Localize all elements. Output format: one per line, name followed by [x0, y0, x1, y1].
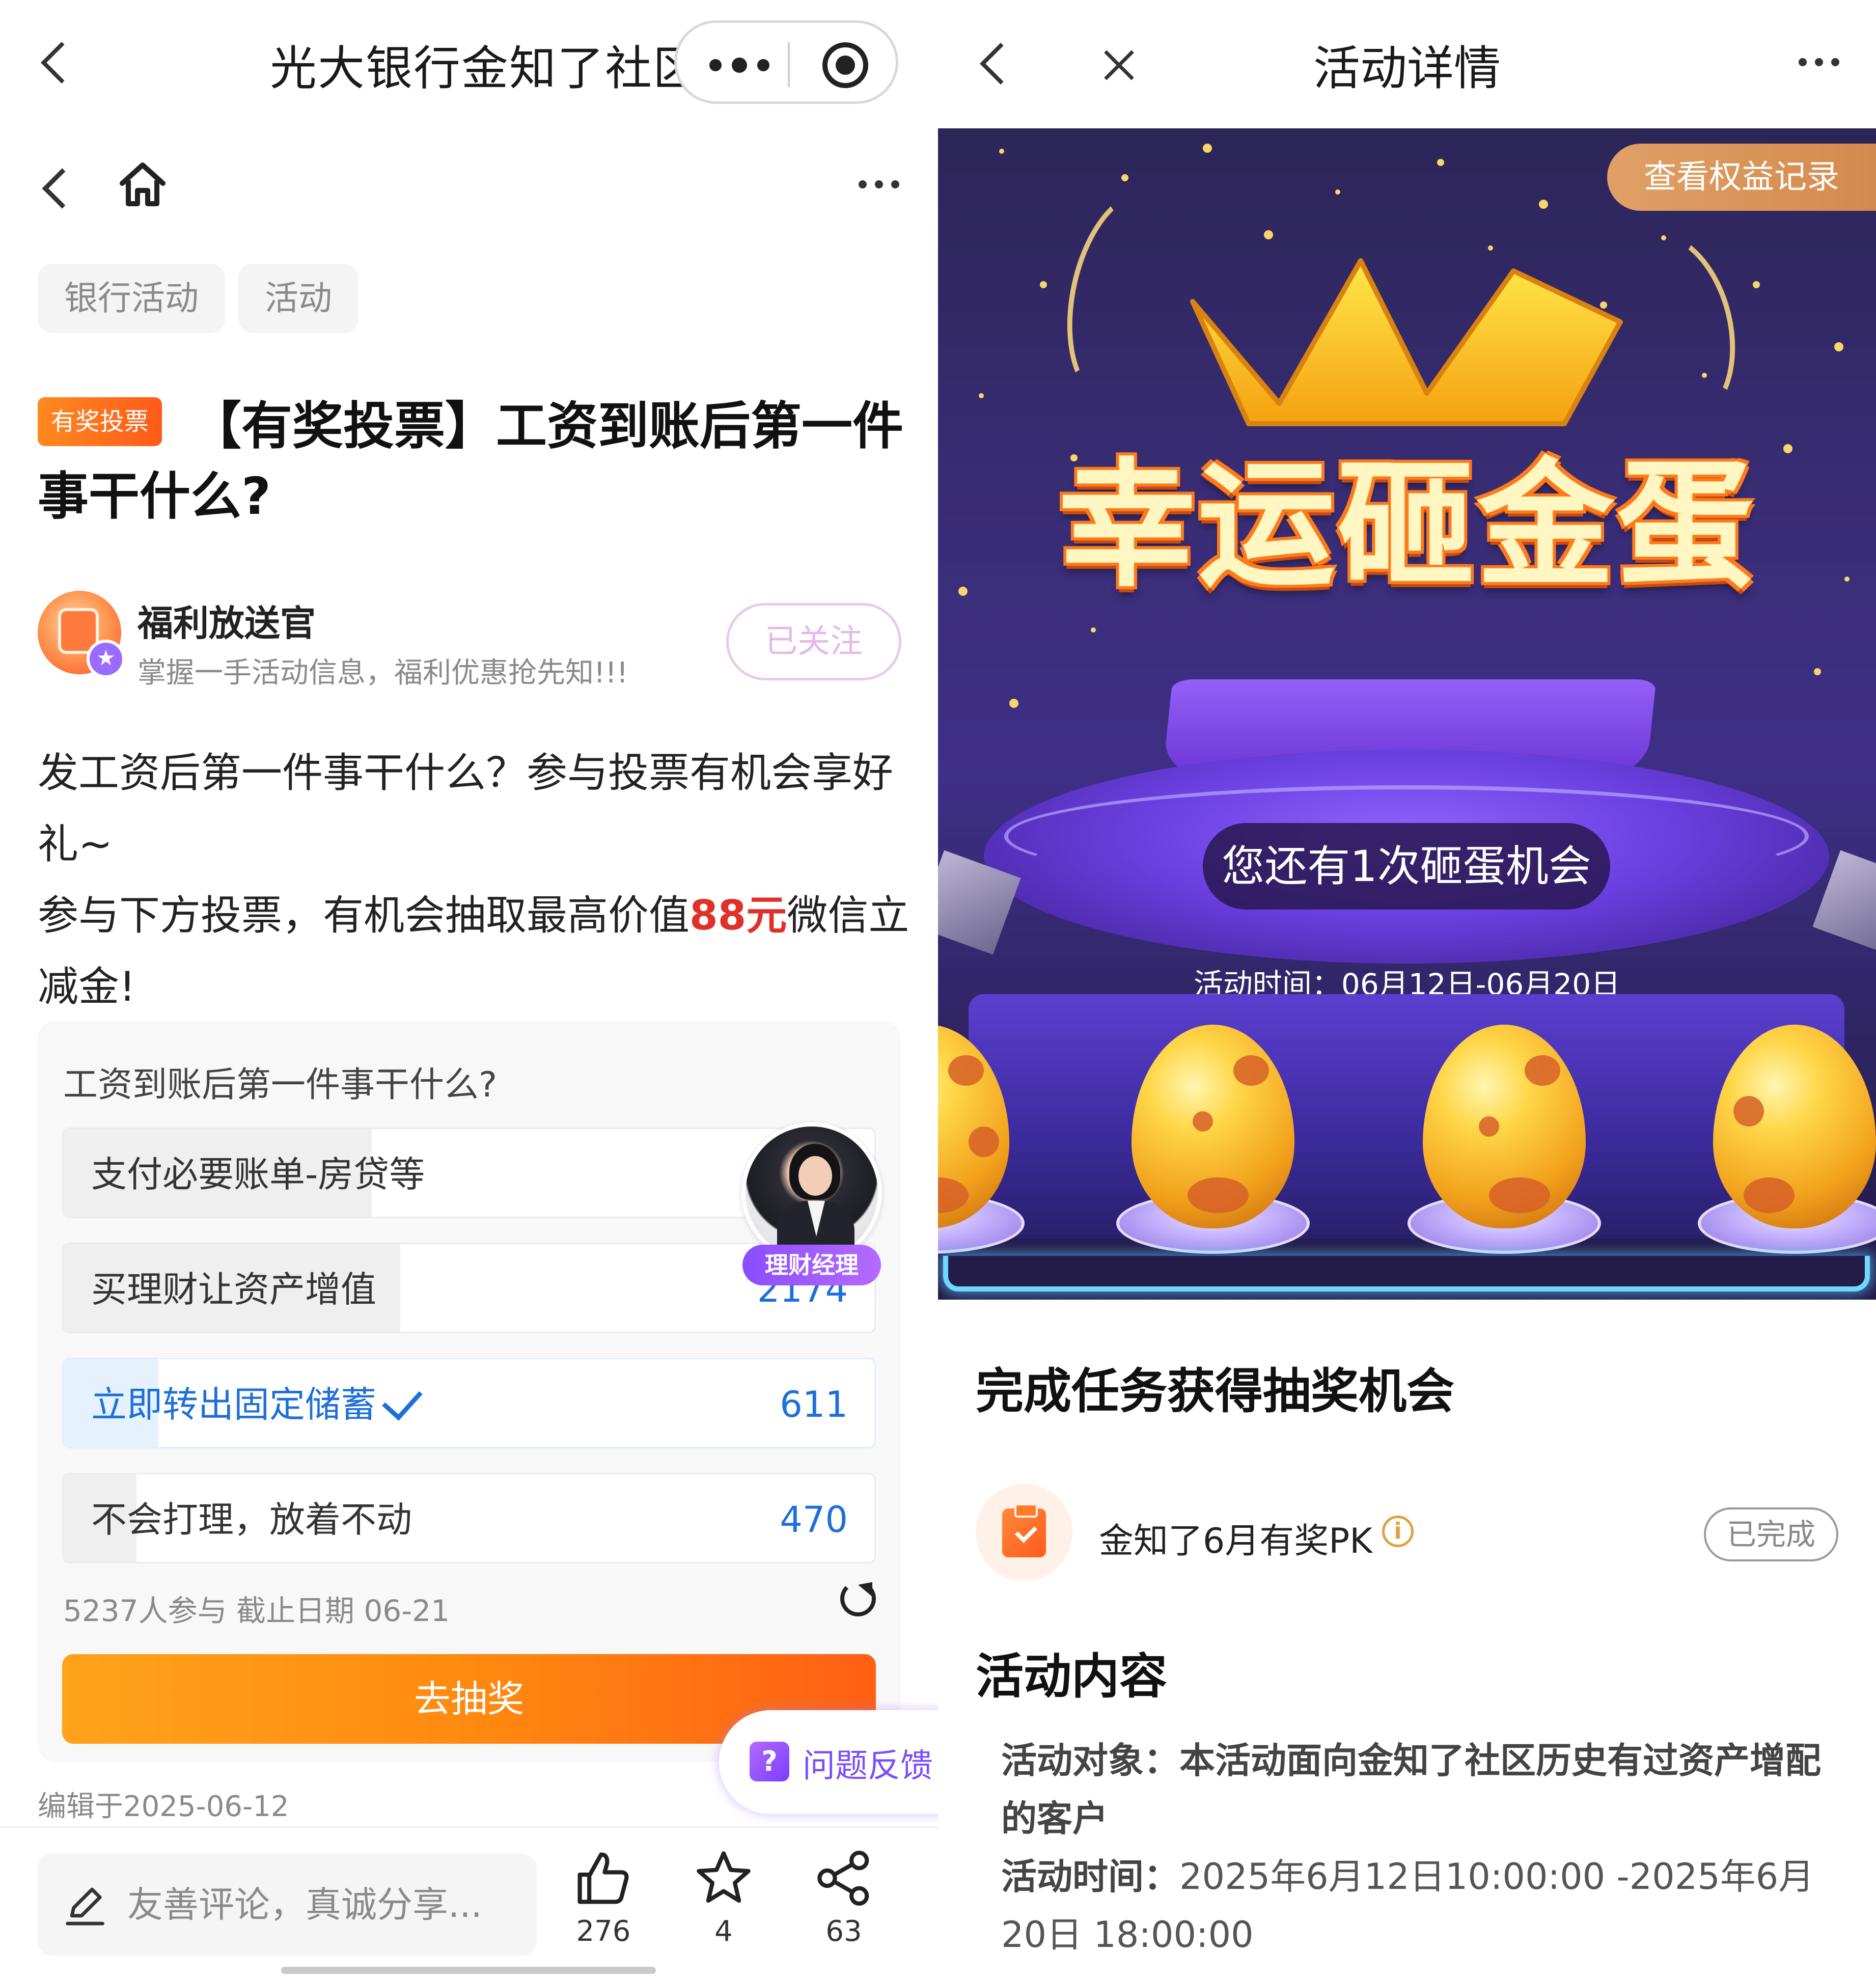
golden-egg[interactable]: [938, 1025, 1025, 1259]
vote-option-count: 611: [780, 1384, 848, 1425]
golden-egg[interactable]: [1408, 1025, 1601, 1259]
tag-activity[interactable]: 活动: [238, 264, 358, 333]
feedback-button[interactable]: ? 问题反馈: [719, 1710, 938, 1814]
follow-button[interactable]: 已关注: [726, 603, 901, 680]
more-icon[interactable]: [1799, 58, 1839, 66]
right-pane: 活动详情 查看权益记录 幸运砸金蛋 您还有1次砸蛋机会 活动时间：06月12日-…: [938, 0, 1876, 1978]
bottom-divider: [0, 1826, 938, 1828]
task-status-button[interactable]: 已完成: [1704, 1507, 1838, 1561]
confetti-dot: [1834, 342, 1843, 351]
golden-egg[interactable]: [1116, 1025, 1310, 1259]
favorite-button[interactable]: 4: [685, 1849, 762, 1971]
confetti-dot: [1264, 230, 1273, 239]
crown-icon: [1190, 258, 1623, 426]
task-clipboard-icon: [976, 1484, 1072, 1581]
home-indicator: [281, 1967, 656, 1974]
activity-target: 活动对象：本活动面向金知了社区历史有过资产增配的客户: [1001, 1740, 1821, 1839]
comment-placeholder: 友善评论，真诚分享...: [127, 1884, 482, 1926]
content-section-title: 活动内容: [976, 1649, 1168, 1705]
manager-avatar: [741, 1122, 882, 1263]
share-count: 63: [825, 1915, 862, 1948]
post-body: 发工资后第一件事干什么？参与投票有机会享好礼~ 参与下方投票，有机会抽取最高价值…: [38, 737, 914, 1023]
vote-option-count: 470: [780, 1499, 848, 1541]
smash-egg-banner: 查看权益记录 幸运砸金蛋 您还有1次砸蛋机会 活动时间：06月12日-06月20…: [938, 128, 1876, 1300]
confetti-dot: [1753, 281, 1760, 288]
close-miniprogram-icon[interactable]: [822, 42, 868, 88]
page-more-icon[interactable]: [859, 180, 899, 188]
more-options-icon[interactable]: [709, 58, 791, 73]
author-avatar[interactable]: ★: [38, 591, 125, 678]
golden-egg[interactable]: [1698, 1025, 1876, 1259]
vote-meta: 5237人参与 截止日期 06-21: [63, 1594, 450, 1628]
left-pane: 光大银行金知了社区 银行活动 活动 有奖投票 【有奖投票】工资到账后第一件事干什…: [0, 0, 938, 1978]
egg-icon: [938, 1025, 1009, 1228]
vote-option-label: 买理财让资产增值: [91, 1269, 376, 1310]
vote-option-label: 立即转出固定储蓄: [91, 1384, 376, 1425]
stage-neon-edge: [943, 1256, 1870, 1292]
vote-option-label: 支付必要账单-房贷等: [91, 1153, 425, 1195]
confetti-dot: [1539, 200, 1548, 209]
comment-input[interactable]: 友善评论，真诚分享...: [38, 1854, 537, 1956]
vote-option-selected[interactable]: 立即转出固定储蓄 611: [62, 1358, 876, 1448]
page-title: 活动详情: [1313, 41, 1501, 96]
post-title: 【有奖投票】工资到账后第一件事干什么?: [38, 396, 903, 526]
question-icon: ?: [750, 1742, 789, 1781]
task-name[interactable]: 金知了6月有奖PK: [1099, 1513, 1372, 1563]
egg-icon: [1132, 1025, 1294, 1228]
confetti-dot: [1814, 668, 1821, 675]
tag-bank-activity[interactable]: 银行活动: [38, 264, 225, 333]
edited-date: 编辑于2025-06-12: [38, 1790, 289, 1823]
body-paragraph-2: 参与下方投票，有机会抽取最高价值88元微信立减金!: [38, 892, 909, 1010]
confetti-dot: [999, 149, 1004, 154]
vote-option[interactable]: 不会打理，放着不动 470: [62, 1473, 876, 1563]
like-count: 276: [576, 1915, 631, 1948]
mini-program-title: 光大银行金知了社区: [270, 41, 701, 96]
manager-tag: 理财经理: [742, 1245, 881, 1285]
pen-icon: [66, 1887, 104, 1926]
info-icon[interactable]: i: [1382, 1516, 1414, 1547]
refresh-icon[interactable]: [840, 1581, 876, 1616]
check-icon: [382, 1379, 423, 1421]
author-name[interactable]: 福利放送官: [137, 595, 316, 646]
capsule-divider: [788, 42, 790, 87]
mini-program-header: 光大银行金知了社区: [0, 0, 938, 122]
confetti-dot: [1040, 281, 1047, 288]
task-section-title: 完成任务获得抽奖机会: [976, 1364, 1455, 1419]
game-title: 幸运砸金蛋: [1058, 445, 1756, 606]
capsule-menu: [674, 20, 898, 104]
activity-time: 活动时间：2025年6月12日10:00:00 -2025年6月20日 18:0…: [1001, 1856, 1814, 1956]
confetti-dot: [1091, 627, 1096, 633]
confetti-dot: [1121, 174, 1128, 181]
vote-option-label: 不会打理，放着不动: [91, 1499, 412, 1541]
star-icon: [697, 1851, 751, 1903]
confetti-dot: [979, 393, 984, 398]
back-icon[interactable]: [40, 41, 83, 84]
confetti-dot: [1009, 699, 1018, 708]
page-back-icon[interactable]: [42, 168, 82, 209]
verified-star-icon: ★: [87, 640, 125, 678]
vote-question: 工资到账后第一件事干什么?: [63, 1065, 498, 1105]
home-icon[interactable]: [117, 159, 168, 210]
share-button[interactable]: 63: [806, 1849, 882, 1971]
view-equity-record-button[interactable]: 查看权益记录: [1607, 144, 1876, 211]
tag-list: 银行活动 活动: [38, 264, 358, 333]
body-paragraph-1: 发工资后第一件事干什么？参与投票有机会享好礼~: [38, 749, 893, 868]
like-button[interactable]: 276: [565, 1849, 642, 1971]
confetti-dot: [1335, 189, 1340, 195]
confetti-dot: [1203, 144, 1212, 153]
confetti-dot: [1437, 159, 1444, 166]
activity-content: 活动对象：本活动面向金知了社区历史有过资产增配的客户 活动时间：2025年6月1…: [1001, 1732, 1836, 1964]
page-nav: [0, 143, 938, 224]
favorite-count: 4: [714, 1915, 733, 1948]
feedback-label: 问题反馈: [803, 1747, 933, 1785]
thumbs-up-icon: [577, 1852, 629, 1904]
share-icon: [817, 1851, 869, 1906]
egg-icon: [1713, 1025, 1876, 1228]
prize-highlight: 88元: [689, 892, 787, 939]
financial-manager-widget[interactable]: 理财经理: [741, 1122, 882, 1290]
author-desc: 掌握一手活动信息，福利优惠抢先知!!!: [137, 656, 628, 690]
egg-icon: [1423, 1025, 1586, 1228]
remaining-chances: 您还有1次砸蛋机会: [1203, 823, 1610, 910]
